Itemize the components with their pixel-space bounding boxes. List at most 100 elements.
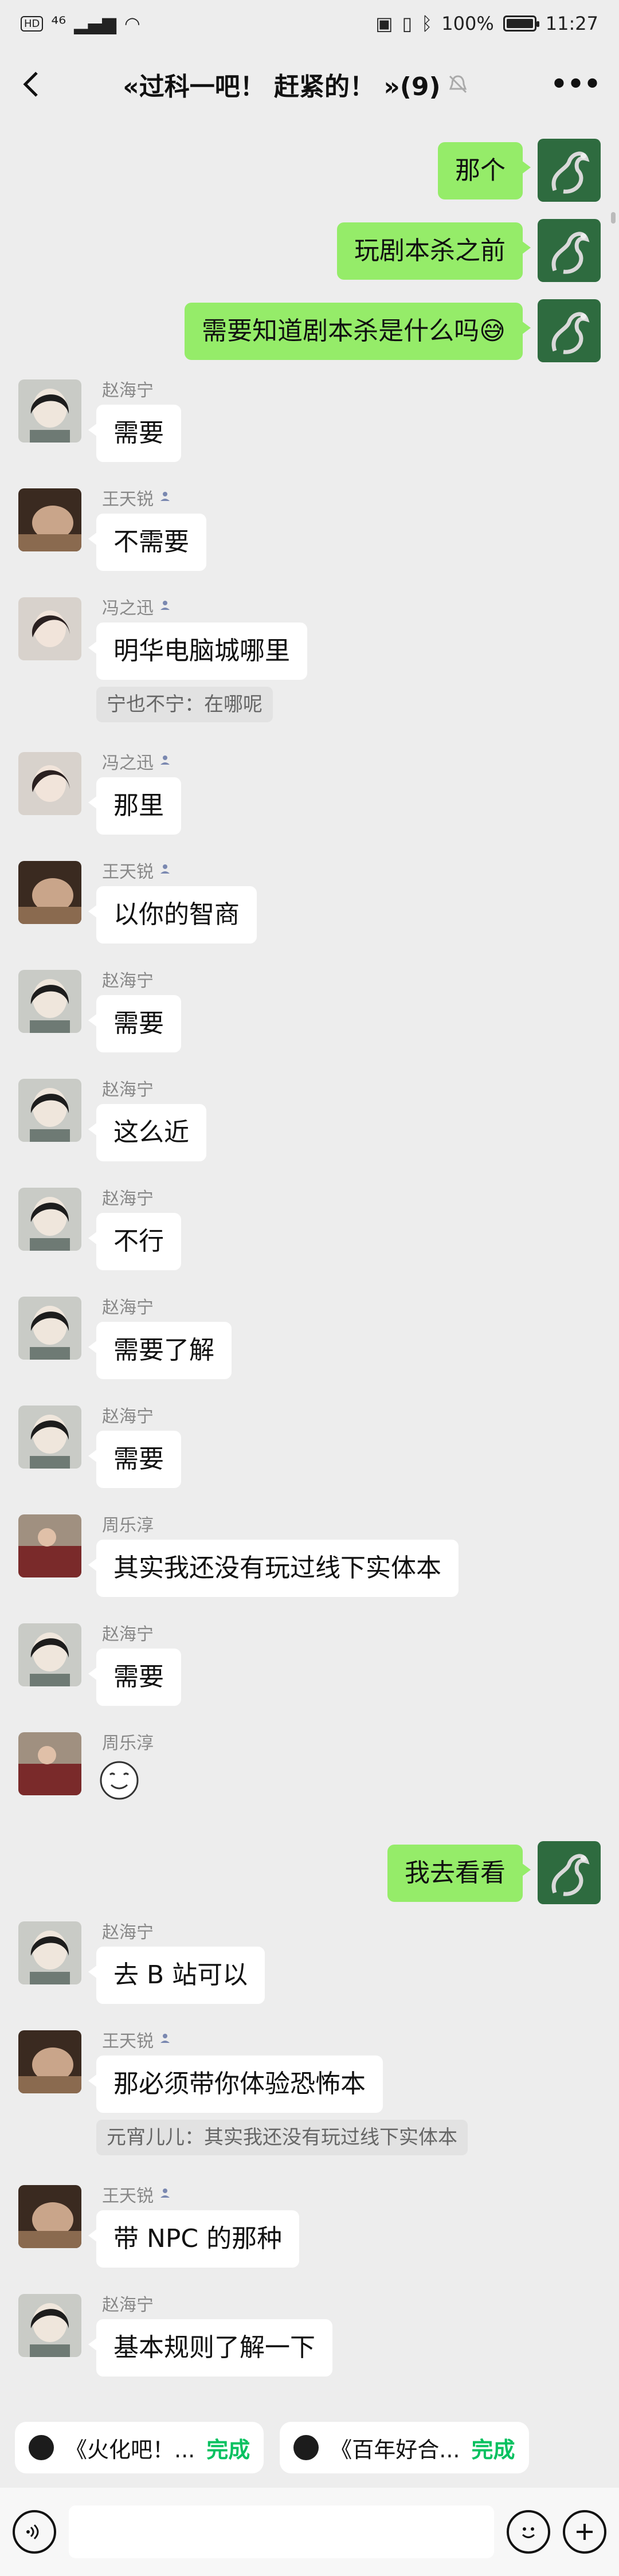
sender-name-text: 赵海宁: [102, 1407, 154, 1427]
avatar[interactable]: [18, 752, 81, 815]
sender-name-text: 赵海宁: [102, 1923, 154, 1943]
sender-name-text: 赵海宁: [102, 1080, 154, 1100]
sender-name-text: 王天锐: [102, 490, 154, 510]
message-bubble[interactable]: 需要: [88, 1431, 181, 1488]
avatar[interactable]: [538, 139, 601, 202]
message-bubble[interactable]: 需要: [88, 1649, 181, 1706]
chat-title-text: «过科一吧！ 赶紧的！ »(9): [123, 72, 441, 101]
message-bubble[interactable]: 基本规则了解一下: [88, 2319, 332, 2377]
quoted-reply[interactable]: 元宵儿儿：其实我还没有玩过线下实体本: [96, 2120, 468, 2155]
sender-name-text: 赵海宁: [102, 1624, 154, 1645]
message-bubble[interactable]: 那个: [438, 142, 531, 199]
status-right: ▣ ▯ ᛒ 100% 11:27: [375, 13, 598, 34]
sender-name: 王天锐: [102, 2182, 172, 2207]
bluetooth-icon: ᛒ: [421, 13, 433, 34]
sender-name-text: 赵海宁: [102, 971, 154, 991]
message-bubble[interactable]: 以你的智商: [88, 886, 257, 944]
sender-name: 赵海宁: [102, 1402, 154, 1427]
message-bubble[interactable]: 去 B 站可以: [88, 1947, 265, 2004]
avatar[interactable]: [538, 1841, 601, 1904]
message-bubble[interactable]: 不需要: [88, 514, 206, 571]
message-bubble[interactable]: 需要知道剧本杀是什么吗😅: [185, 303, 531, 360]
emoji-icon[interactable]: [507, 2510, 550, 2554]
avatar[interactable]: [18, 2030, 81, 2093]
avatar[interactable]: [18, 1079, 81, 1142]
sender-name: 冯之迅: [102, 594, 172, 619]
sender-name: 赵海宁: [102, 2291, 154, 2316]
avatar[interactable]: [18, 1921, 81, 1984]
status-bar: HD ⁴⁶ ▂▄▆ ◠ ▣ ▯ ᛒ 100% 11:27: [0, 0, 619, 47]
avatar[interactable]: [538, 299, 601, 362]
avatar[interactable]: [18, 1188, 81, 1251]
sender-name: 王天锐: [102, 485, 172, 510]
message-bubble[interactable]: 我去看看: [387, 1845, 531, 1902]
battery-icon: [503, 15, 539, 32]
message-bubble[interactable]: 玩剧本杀之前: [337, 222, 531, 280]
sender-name-text: 周乐淳: [102, 1516, 154, 1536]
avatar[interactable]: [18, 597, 81, 660]
message-bubble[interactable]: 明华电脑城哪里: [88, 623, 307, 680]
message-bubble[interactable]: 需要: [88, 995, 181, 1052]
message-list[interactable]: 那个 玩剧本杀之前 需要知道剧本杀是什么吗😅 赵海宁 需要 王天锐 不需要 冯之迅 明华电脑城哪…: [0, 122, 619, 2391]
sender-name-text: 赵海宁: [102, 1298, 154, 1318]
status-left: HD ⁴⁶ ▂▄▆ ◠: [21, 13, 140, 34]
avatar[interactable]: [18, 1514, 81, 1577]
avatar[interactable]: [18, 1732, 81, 1795]
pinned-activity-bar: 《火化吧！... 完成 《百年好合... 完成: [0, 2407, 619, 2488]
message-bubble[interactable]: 需要了解: [88, 1322, 232, 1379]
message-input[interactable]: [69, 2505, 494, 2558]
sender-name-text: 冯之迅: [102, 598, 154, 618]
activity-status: 完成: [471, 2437, 515, 2463]
avatar[interactable]: [538, 219, 601, 282]
battery-percent: 100%: [441, 13, 494, 34]
avatar[interactable]: [18, 379, 81, 443]
wifi-icon: ◠: [124, 13, 140, 34]
activity-title: 《火化吧！...: [65, 2437, 195, 2463]
activity-status: 完成: [206, 2437, 250, 2463]
sender-name-text: 冯之迅: [102, 753, 154, 773]
avatar[interactable]: [18, 488, 81, 551]
message-bubble[interactable]: 其实我还没有玩过线下实体本: [88, 1540, 459, 1597]
member-badge-icon: [158, 860, 172, 880]
sender-name-text: 周乐淳: [102, 1733, 154, 1753]
member-badge-icon: [158, 488, 172, 508]
message-bubble[interactable]: 不行: [88, 1213, 181, 1270]
chat-title: «过科一吧！ 赶紧的！ »(9): [42, 66, 550, 103]
clock: 11:27: [545, 13, 598, 34]
message-bubble[interactable]: 需要: [88, 405, 181, 462]
avatar[interactable]: [18, 861, 81, 924]
avatar[interactable]: [18, 2294, 81, 2357]
smile-emoji-icon[interactable]: [96, 1757, 142, 1806]
avatar[interactable]: [18, 1623, 81, 1686]
activity-chip[interactable]: 《百年好合... 完成: [280, 2422, 529, 2473]
activity-chip[interactable]: 《火化吧！... 完成: [15, 2422, 264, 2473]
message-bubble[interactable]: 那里: [88, 777, 181, 835]
voice-icon[interactable]: [13, 2510, 56, 2554]
activity-cover-icon: [29, 2435, 54, 2460]
quoted-reply[interactable]: 宁也不宁：在哪呢: [96, 687, 273, 722]
sender-name-text: 赵海宁: [102, 1189, 154, 1209]
sender-name: 赵海宁: [102, 1293, 154, 1318]
sender-name: 王天锐: [102, 2027, 172, 2052]
sender-name-text: 王天锐: [102, 2031, 154, 2052]
more-dots-icon[interactable]: •••: [550, 66, 602, 103]
vibrate-icon: ▯: [402, 13, 413, 34]
sender-name: 赵海宁: [102, 1184, 154, 1209]
message-bubble[interactable]: 带 NPC 的那种: [88, 2210, 300, 2268]
avatar[interactable]: [18, 970, 81, 1033]
member-badge-icon: [158, 597, 172, 617]
message-bubble[interactable]: 那必须带你体验恐怖本: [88, 2056, 383, 2113]
sender-name: 冯之迅: [102, 749, 172, 774]
activity-cover-icon: [293, 2435, 319, 2460]
message-bubble[interactable]: 这么近: [88, 1104, 206, 1161]
hd-indicator: HD: [21, 15, 44, 32]
back-arrow-icon[interactable]: [19, 68, 42, 100]
avatar[interactable]: [18, 1297, 81, 1360]
sender-name-text: 王天锐: [102, 2186, 154, 2206]
chat-header: «过科一吧！ 赶紧的！ »(9) •••: [0, 47, 619, 122]
avatar[interactable]: [18, 2185, 81, 2248]
sender-name-text: 赵海宁: [102, 381, 154, 401]
avatar[interactable]: [18, 1406, 81, 1469]
plus-icon[interactable]: [563, 2510, 606, 2554]
member-badge-icon: [158, 2184, 172, 2205]
